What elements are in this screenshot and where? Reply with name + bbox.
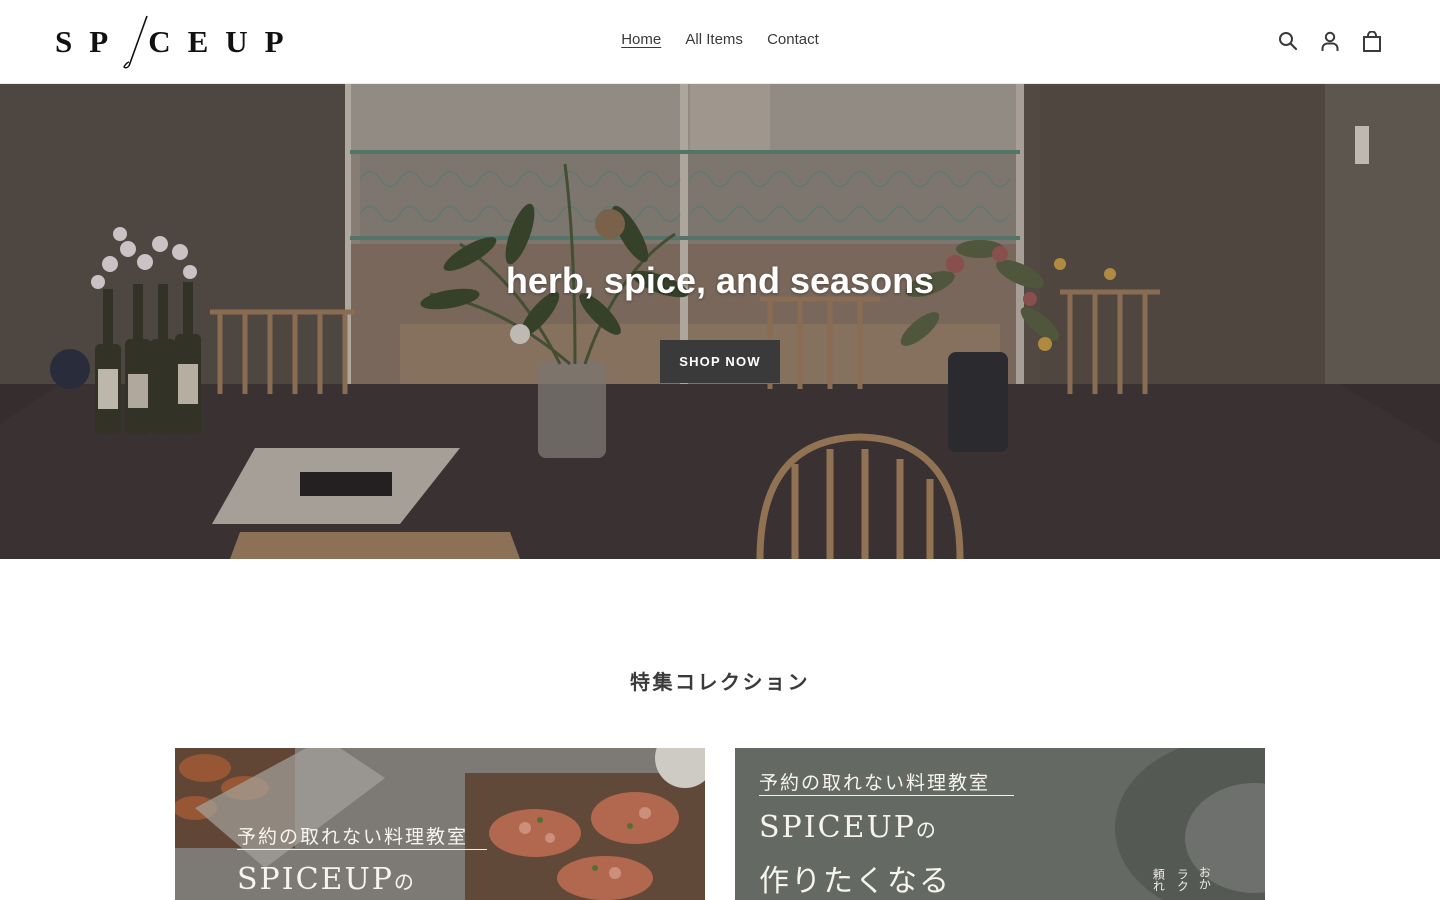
nav-link-all-items[interactable]: All Items: [685, 31, 743, 48]
collection-card[interactable]: 予約の取れない料理教室 SPICEUPの: [175, 748, 705, 900]
nav-link-home[interactable]: Home: [621, 31, 661, 48]
search-icon[interactable]: [1276, 28, 1300, 54]
site-header: SP CEUP Home All Items Contact: [0, 0, 1440, 84]
hero-banner: herb, spice, and seasons SHOP NOW: [0, 84, 1440, 559]
account-icon[interactable]: [1318, 28, 1342, 54]
nav-link-contact[interactable]: Contact: [767, 31, 819, 48]
card-subtitle: 予約の取れない料理教室: [759, 772, 991, 794]
card-side-text: ラク: [1175, 868, 1190, 892]
card-title: SPICEUPの: [237, 862, 416, 897]
card-title-main: SPICEUP: [759, 810, 916, 845]
card-title-particle: の: [393, 870, 416, 894]
hero-content: herb, spice, and seasons SHOP NOW: [0, 260, 1440, 383]
collection-card[interactable]: 予約の取れない料理教室 SPICEUPの 作りたくなる おか ラク 頼れ: [735, 748, 1265, 900]
main-nav: Home All Items Contact: [0, 31, 1440, 48]
hero-title: herb, spice, and seasons: [505, 260, 935, 301]
featured-collection-title: 特集コレクション: [630, 670, 810, 694]
card-title-particle: の: [915, 818, 938, 842]
card-rule: [237, 849, 487, 850]
card-title-line2: 作りたくなる: [759, 864, 951, 899]
shop-now-button[interactable]: SHOP NOW: [660, 340, 780, 383]
card-side-text: 頼れ: [1151, 868, 1166, 892]
card-title: SPICEUPの: [759, 810, 938, 845]
card-side-text: おか: [1197, 866, 1212, 890]
card-subtitle: 予約の取れない料理教室: [237, 826, 469, 848]
header-icons: [1276, 28, 1384, 54]
card-title-main: SPICEUP: [237, 862, 394, 897]
cart-icon[interactable]: [1360, 28, 1384, 54]
card-rule: [759, 795, 1014, 796]
